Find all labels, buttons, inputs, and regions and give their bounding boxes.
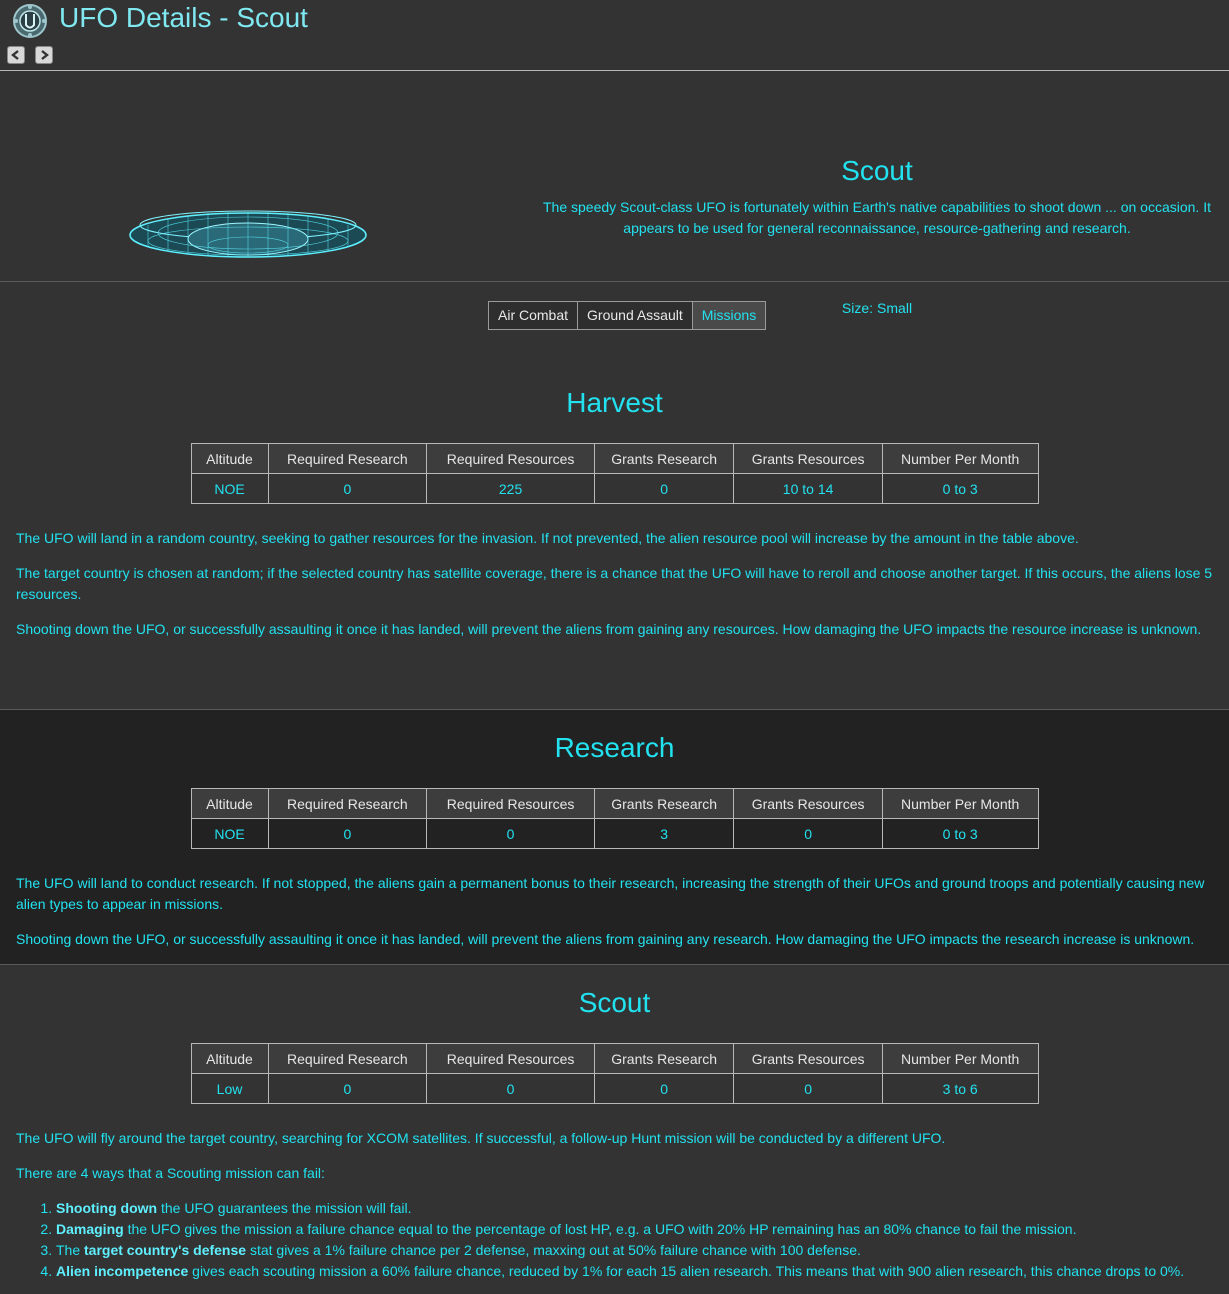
table-row: Low 0 0 0 0 3 to 6 bbox=[190, 1073, 1039, 1104]
page-title: UFO Details - Scout bbox=[59, 2, 308, 33]
table-cell: 0 bbox=[267, 1073, 428, 1104]
chevron-right-icon bbox=[41, 50, 49, 60]
table-cell: 3 to 6 bbox=[881, 1073, 1039, 1104]
list-item: Shooting down the UFO guarantees the mis… bbox=[56, 1198, 1229, 1219]
table-cell: 0 bbox=[733, 818, 883, 849]
list-item: Alien incompetence gives each scouting m… bbox=[56, 1261, 1229, 1282]
column-header: Altitude bbox=[190, 443, 269, 474]
list-item: The target country's defense stat gives … bbox=[56, 1240, 1229, 1261]
mission-paragraph: There are 4 ways that a Scouting mission… bbox=[16, 1165, 325, 1181]
table-header-row: Altitude Required Research Required Reso… bbox=[190, 443, 1039, 474]
tabs: Air Combat Ground Assault Missions bbox=[488, 301, 767, 330]
mission-table: Altitude Required Research Required Reso… bbox=[190, 788, 1039, 849]
column-header: Grants Research bbox=[593, 788, 735, 819]
mission-paragraph: The UFO will land in a random country, s… bbox=[16, 530, 1079, 546]
list-item-text: the UFO gives the mission a failure chan… bbox=[123, 1221, 1077, 1237]
tab-ground-assault[interactable]: Ground Assault bbox=[578, 302, 693, 329]
ufo-wireframe-image bbox=[129, 210, 367, 258]
list-item-text: stat gives a 1% failure chance per 2 def… bbox=[246, 1242, 861, 1258]
list-item-bold: Shooting down bbox=[56, 1200, 158, 1216]
column-header: Required Research bbox=[267, 1043, 428, 1074]
column-header: Altitude bbox=[190, 788, 269, 819]
list-item-bold: Alien incompetence bbox=[56, 1263, 189, 1279]
ufo-description: The speedy Scout-class UFO is fortunatel… bbox=[542, 199, 1211, 236]
ufo-summary: Scout The speedy Scout-class UFO is fort… bbox=[0, 71, 1229, 316]
column-header: Number Per Month bbox=[881, 788, 1039, 819]
table-row: NOE 0 225 0 10 to 14 0 to 3 bbox=[190, 473, 1039, 504]
list-item-bold: target country's defense bbox=[84, 1242, 247, 1258]
table-cell: 0 bbox=[267, 473, 428, 504]
table-cell: 0 bbox=[593, 1073, 735, 1104]
column-header: Grants Research bbox=[593, 443, 735, 474]
column-header: Grants Resources bbox=[733, 1043, 883, 1074]
table-cell: 0 bbox=[267, 818, 428, 849]
list-item-text: the UFO guarantees the mission will fail… bbox=[157, 1200, 412, 1216]
table-cell: 0 bbox=[426, 818, 595, 849]
table-cell: 0 bbox=[593, 473, 735, 504]
prev-button[interactable] bbox=[7, 46, 25, 64]
column-header: Grants Research bbox=[593, 1043, 735, 1074]
mission-table: Altitude Required Research Required Reso… bbox=[190, 443, 1039, 504]
failure-list: Shooting down the UFO guarantees the mis… bbox=[0, 1198, 1229, 1282]
mission-paragraph: Shooting down the UFO, or successfully a… bbox=[16, 931, 1195, 947]
list-item-prefix: The bbox=[56, 1242, 85, 1258]
mission-title: Research bbox=[554, 732, 675, 763]
mission-paragraph: The UFO will land to conduct research. I… bbox=[16, 875, 1205, 912]
table-cell: 0 to 3 bbox=[881, 818, 1039, 849]
mission-paragraph: The UFO will fly around the target count… bbox=[16, 1130, 946, 1146]
column-header: Required Resources bbox=[426, 788, 595, 819]
mission-harvest: Harvest Altitude Required Research Requi… bbox=[0, 342, 1229, 709]
column-header: Required Research bbox=[267, 443, 428, 474]
mission-research: Research Altitude Required Research Requ… bbox=[0, 710, 1229, 964]
column-header: Required Resources bbox=[426, 1043, 595, 1074]
table-cell: Low bbox=[190, 1073, 269, 1104]
mission-title: Scout bbox=[578, 987, 651, 1018]
column-header: Grants Resources bbox=[733, 788, 883, 819]
mission-table: Altitude Required Research Required Reso… bbox=[190, 1043, 1039, 1104]
column-header: Altitude bbox=[190, 1043, 269, 1074]
list-item-text: gives each scouting mission a 60% failur… bbox=[188, 1263, 1185, 1279]
tab-missions[interactable]: Missions bbox=[692, 302, 766, 329]
list-item: Damaging the UFO gives the mission a fai… bbox=[56, 1219, 1229, 1240]
ufo-name: Scout bbox=[841, 155, 913, 186]
tab-bar: Air Combat Ground Assault Missions bbox=[0, 282, 1229, 342]
mission-paragraph: The target country is chosen at random; … bbox=[16, 565, 1213, 602]
table-header-row: Altitude Required Research Required Reso… bbox=[190, 788, 1039, 819]
column-header: Grants Resources bbox=[733, 443, 883, 474]
list-item-bold: Damaging bbox=[56, 1221, 124, 1237]
table-cell: 0 to 3 bbox=[881, 473, 1039, 504]
tab-air-combat[interactable]: Air Combat bbox=[489, 302, 579, 329]
title-bar: UFO Details - Scout bbox=[0, 0, 1229, 70]
column-header: Number Per Month bbox=[881, 1043, 1039, 1074]
table-cell: 3 bbox=[593, 818, 735, 849]
table-row: NOE 0 0 3 0 0 to 3 bbox=[190, 818, 1039, 849]
column-header: Number Per Month bbox=[881, 443, 1039, 474]
table-cell: 10 to 14 bbox=[733, 473, 883, 504]
mission-paragraph: Shooting down the UFO, or successfully a… bbox=[16, 621, 1202, 637]
table-cell: 0 bbox=[426, 1073, 595, 1104]
table-cell: NOE bbox=[190, 473, 269, 504]
table-cell: 225 bbox=[426, 473, 595, 504]
chevron-left-icon bbox=[11, 50, 19, 60]
xcom-logo-icon bbox=[13, 4, 47, 38]
mission-scout: Scout Altitude Required Research Require… bbox=[0, 965, 1229, 1294]
column-header: Required Research bbox=[267, 788, 428, 819]
table-header-row: Altitude Required Research Required Reso… bbox=[190, 1043, 1039, 1074]
mission-title: Harvest bbox=[566, 387, 663, 418]
table-cell: 0 bbox=[733, 1073, 883, 1104]
table-cell: NOE bbox=[190, 818, 269, 849]
next-button[interactable] bbox=[35, 46, 53, 64]
column-header: Required Resources bbox=[426, 443, 595, 474]
